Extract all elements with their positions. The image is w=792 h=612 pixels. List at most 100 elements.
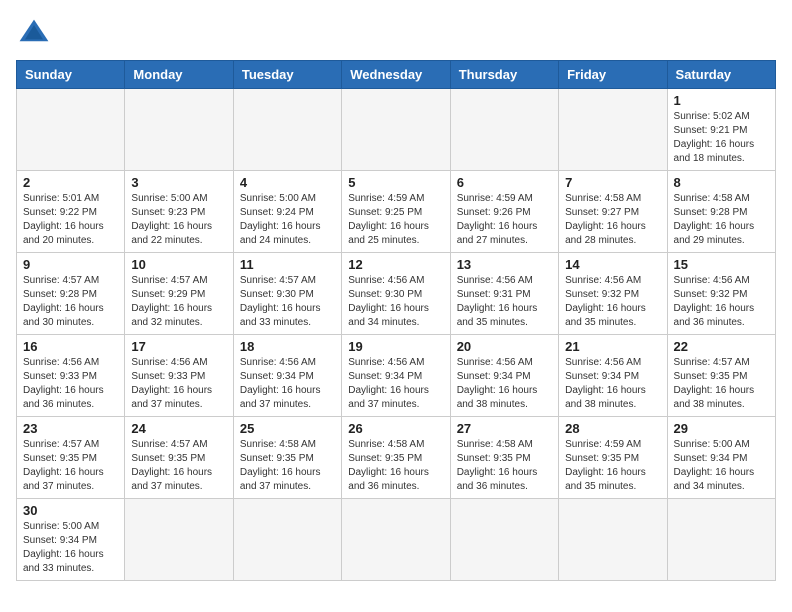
day-number: 17: [131, 339, 226, 354]
day-number: 19: [348, 339, 443, 354]
calendar-day-cell: 5 Sunrise: 4:59 AM Sunset: 9:25 PM Daylig…: [342, 171, 450, 253]
day-number: 8: [674, 175, 769, 190]
day-number: 20: [457, 339, 552, 354]
day-info: Sunrise: 4:56 AM Sunset: 9:32 PM Dayligh…: [674, 274, 769, 330]
calendar-day-cell: [342, 89, 450, 171]
calendar-day-cell: 27 Sunrise: 4:58 AM Sunset: 9:35 PM Dayli…: [450, 417, 558, 499]
day-number: 14: [565, 257, 660, 272]
day-info: Sunrise: 4:58 AM Sunset: 9:35 PM Dayligh…: [457, 438, 552, 494]
day-info: Sunrise: 4:59 AM Sunset: 9:26 PM Dayligh…: [457, 192, 552, 248]
day-info: Sunrise: 4:56 AM Sunset: 9:34 PM Dayligh…: [348, 356, 443, 412]
calendar-day-cell: 2Sunrise: 5:01 AM Sunset: 9:22 PM Daylig…: [17, 171, 125, 253]
logo-icon: [16, 16, 52, 52]
day-number: 13: [457, 257, 552, 272]
day-info: Sunrise: 4:56 AM Sunset: 9:30 PM Dayligh…: [348, 274, 443, 330]
calendar-day-cell: [559, 89, 667, 171]
calendar-day-cell: 9 Sunrise: 4:57 AM Sunset: 9:28 PM Daylig…: [17, 253, 125, 335]
day-number: 5: [348, 175, 443, 190]
day-number: 7: [565, 175, 660, 190]
day-info: Sunrise: 4:58 AM Sunset: 9:35 PM Dayligh…: [348, 438, 443, 494]
day-number: 25: [240, 421, 335, 436]
day-info: Sunrise: 4:57 AM Sunset: 9:35 PM Dayligh…: [674, 356, 769, 412]
calendar-day-cell: 11 Sunrise: 4:57 AM Sunset: 9:30 PM Dayli…: [233, 253, 341, 335]
day-number: 10: [131, 257, 226, 272]
calendar-day-cell: 20 Sunrise: 4:56 AM Sunset: 9:34 PM Dayli…: [450, 335, 558, 417]
day-info: Sunrise: 4:59 AM Sunset: 9:25 PM Dayligh…: [348, 192, 443, 248]
day-info: Sunrise: 5:00 AM Sunset: 9:34 PM Dayligh…: [674, 438, 769, 494]
calendar-day-cell: 8 Sunrise: 4:58 AM Sunset: 9:28 PM Daylig…: [667, 171, 775, 253]
day-info: Sunrise: 4:57 AM Sunset: 9:35 PM Dayligh…: [23, 438, 118, 494]
calendar-week-row: 2Sunrise: 5:01 AM Sunset: 9:22 PM Daylig…: [17, 171, 776, 253]
day-of-week-header: Thursday: [450, 61, 558, 89]
day-info: Sunrise: 4:57 AM Sunset: 9:28 PM Dayligh…: [23, 274, 118, 330]
calendar-day-cell: [667, 499, 775, 581]
day-number: 29: [674, 421, 769, 436]
calendar-day-cell: 22Sunrise: 4:57 AM Sunset: 9:35 PM Dayli…: [667, 335, 775, 417]
day-info: Sunrise: 4:56 AM Sunset: 9:33 PM Dayligh…: [23, 356, 118, 412]
calendar-day-cell: 21Sunrise: 4:56 AM Sunset: 9:34 PM Dayli…: [559, 335, 667, 417]
day-number: 18: [240, 339, 335, 354]
calendar-day-cell: 28Sunrise: 4:59 AM Sunset: 9:35 PM Dayli…: [559, 417, 667, 499]
day-number: 28: [565, 421, 660, 436]
day-info: Sunrise: 5:00 AM Sunset: 9:23 PM Dayligh…: [131, 192, 226, 248]
calendar-day-cell: [450, 89, 558, 171]
day-info: Sunrise: 4:56 AM Sunset: 9:34 PM Dayligh…: [457, 356, 552, 412]
calendar-day-cell: 12 Sunrise: 4:56 AM Sunset: 9:30 PM Dayli…: [342, 253, 450, 335]
calendar-day-cell: [125, 89, 233, 171]
day-number: 1: [674, 93, 769, 108]
day-info: Sunrise: 5:02 AM Sunset: 9:21 PM Dayligh…: [674, 110, 769, 166]
calendar-day-cell: 7 Sunrise: 4:58 AM Sunset: 9:27 PM Daylig…: [559, 171, 667, 253]
calendar-day-cell: 29 Sunrise: 5:00 AM Sunset: 9:34 PM Dayli…: [667, 417, 775, 499]
calendar-day-cell: 19 Sunrise: 4:56 AM Sunset: 9:34 PM Dayli…: [342, 335, 450, 417]
calendar-week-row: 1 Sunrise: 5:02 AM Sunset: 9:21 PM Daylig…: [17, 89, 776, 171]
calendar-day-cell: 26 Sunrise: 4:58 AM Sunset: 9:35 PM Dayli…: [342, 417, 450, 499]
day-of-week-header: Friday: [559, 61, 667, 89]
calendar-day-cell: 1 Sunrise: 5:02 AM Sunset: 9:21 PM Daylig…: [667, 89, 775, 171]
calendar-table: SundayMondayTuesdayWednesdayThursdayFrid…: [16, 60, 776, 581]
calendar-week-row: 9 Sunrise: 4:57 AM Sunset: 9:28 PM Daylig…: [17, 253, 776, 335]
day-info: Sunrise: 4:57 AM Sunset: 9:30 PM Dayligh…: [240, 274, 335, 330]
calendar-day-cell: 4 Sunrise: 5:00 AM Sunset: 9:24 PM Daylig…: [233, 171, 341, 253]
day-info: Sunrise: 4:56 AM Sunset: 9:33 PM Dayligh…: [131, 356, 226, 412]
day-number: 24: [131, 421, 226, 436]
day-info: Sunrise: 5:00 AM Sunset: 9:24 PM Dayligh…: [240, 192, 335, 248]
day-number: 9: [23, 257, 118, 272]
day-number: 15: [674, 257, 769, 272]
day-info: Sunrise: 4:57 AM Sunset: 9:35 PM Dayligh…: [131, 438, 226, 494]
calendar-week-row: 23 Sunrise: 4:57 AM Sunset: 9:35 PM Dayli…: [17, 417, 776, 499]
day-of-week-header: Wednesday: [342, 61, 450, 89]
calendar-day-cell: 24 Sunrise: 4:57 AM Sunset: 9:35 PM Dayli…: [125, 417, 233, 499]
calendar-week-row: 30Sunrise: 5:00 AM Sunset: 9:34 PM Dayli…: [17, 499, 776, 581]
day-info: Sunrise: 4:56 AM Sunset: 9:31 PM Dayligh…: [457, 274, 552, 330]
calendar-day-cell: 15 Sunrise: 4:56 AM Sunset: 9:32 PM Dayli…: [667, 253, 775, 335]
calendar-day-cell: [342, 499, 450, 581]
calendar-day-cell: 30Sunrise: 5:00 AM Sunset: 9:34 PM Dayli…: [17, 499, 125, 581]
day-info: Sunrise: 4:56 AM Sunset: 9:34 PM Dayligh…: [240, 356, 335, 412]
calendar-week-row: 16 Sunrise: 4:56 AM Sunset: 9:33 PM Dayli…: [17, 335, 776, 417]
day-number: 16: [23, 339, 118, 354]
day-number: 11: [240, 257, 335, 272]
day-info: Sunrise: 5:01 AM Sunset: 9:22 PM Dayligh…: [23, 192, 118, 248]
day-number: 27: [457, 421, 552, 436]
day-number: 30: [23, 503, 118, 518]
day-number: 26: [348, 421, 443, 436]
calendar-day-cell: [559, 499, 667, 581]
calendar-day-cell: 13 Sunrise: 4:56 AM Sunset: 9:31 PM Dayli…: [450, 253, 558, 335]
calendar-day-cell: 3Sunrise: 5:00 AM Sunset: 9:23 PM Daylig…: [125, 171, 233, 253]
day-number: 4: [240, 175, 335, 190]
calendar-day-cell: [233, 499, 341, 581]
calendar-day-cell: 23 Sunrise: 4:57 AM Sunset: 9:35 PM Dayli…: [17, 417, 125, 499]
calendar-day-cell: 18 Sunrise: 4:56 AM Sunset: 9:34 PM Dayli…: [233, 335, 341, 417]
calendar-day-cell: 17 Sunrise: 4:56 AM Sunset: 9:33 PM Dayli…: [125, 335, 233, 417]
page-header: [16, 16, 776, 52]
day-info: Sunrise: 4:58 AM Sunset: 9:27 PM Dayligh…: [565, 192, 660, 248]
calendar-day-cell: [450, 499, 558, 581]
day-number: 23: [23, 421, 118, 436]
day-of-week-header: Sunday: [17, 61, 125, 89]
calendar-day-cell: [125, 499, 233, 581]
day-info: Sunrise: 4:58 AM Sunset: 9:35 PM Dayligh…: [240, 438, 335, 494]
calendar-day-cell: 25 Sunrise: 4:58 AM Sunset: 9:35 PM Dayli…: [233, 417, 341, 499]
calendar-day-cell: 16 Sunrise: 4:56 AM Sunset: 9:33 PM Dayli…: [17, 335, 125, 417]
day-number: 12: [348, 257, 443, 272]
day-info: Sunrise: 4:58 AM Sunset: 9:28 PM Dayligh…: [674, 192, 769, 248]
